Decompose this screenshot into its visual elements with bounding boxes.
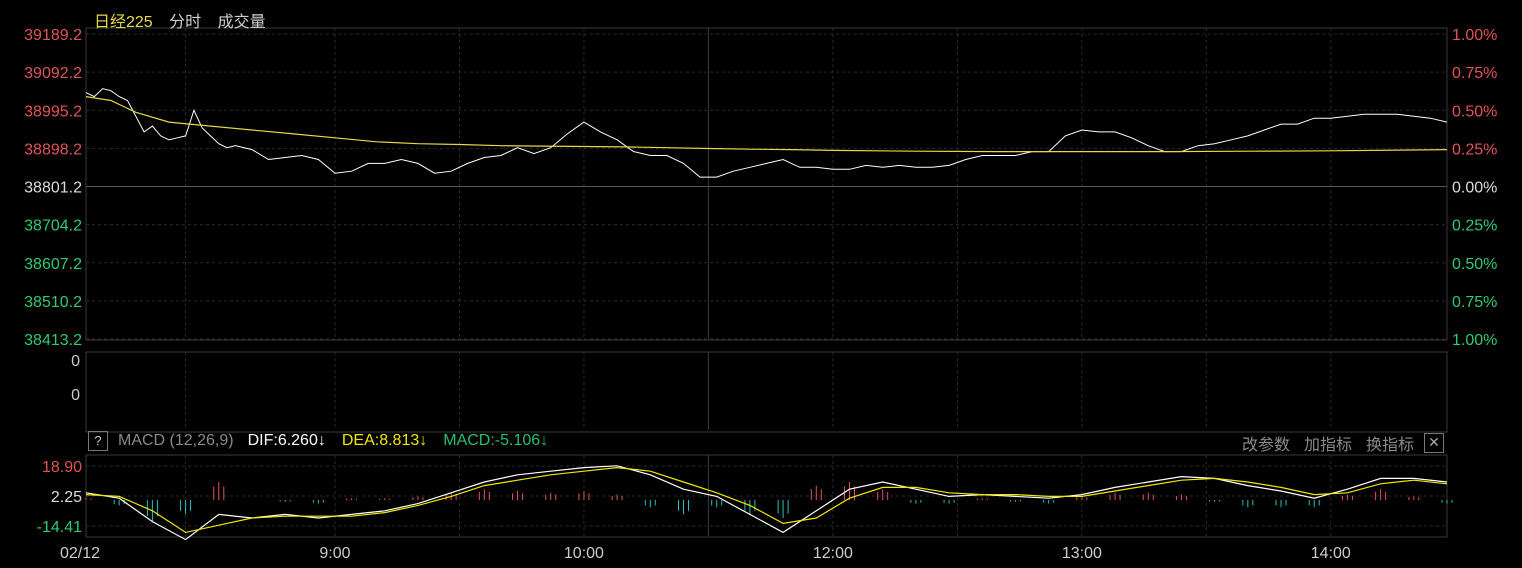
y-right-tick-label: 0.50%	[1452, 256, 1497, 273]
add-indicator-button[interactable]: 加指标	[1304, 431, 1352, 455]
macd-value: MACD:-5.106↓	[443, 432, 549, 449]
dif-value: DIF:6.260↓	[247, 432, 326, 449]
price-line	[85, 88, 1448, 178]
y-left-tick-label: 38995.2	[24, 103, 82, 120]
x-tick-label: 12:00	[813, 545, 853, 562]
average-line	[85, 96, 1448, 153]
chart-header: 日经225 分时 成交量	[94, 8, 278, 32]
x-tick-label: 10:00	[564, 545, 604, 562]
switch-indicator-button[interactable]: 换指标	[1366, 431, 1414, 455]
volume-y-tick-label: 0	[71, 387, 80, 404]
tab-minute[interactable]: 分时	[169, 14, 201, 31]
y-left-tick-label: 38607.2	[24, 256, 82, 273]
chart-canvas: 39189.2 1.00% 39092.2 0.75% 38995.2 0.50% 3889…	[24, 27, 1497, 562]
y-left-tick-label: 38801.2	[24, 180, 82, 197]
change-params-button[interactable]: 改参数	[1242, 431, 1290, 455]
indicator-tools: 改参数 加指标 换指标 ✕	[1228, 431, 1444, 455]
y-right-tick-label: 0.00%	[1452, 180, 1497, 197]
y-left-tick-label: 39189.2	[24, 27, 82, 44]
macd-y-tick-label: 2.25	[51, 489, 82, 506]
y-right-tick-label: 0.25%	[1452, 218, 1497, 235]
volume-panel-frame	[85, 351, 1448, 433]
macd-y-tick-label: -14.41	[37, 519, 82, 536]
x-tick-label: 14:00	[1311, 545, 1351, 562]
y-left-tick-label: 38413.2	[24, 332, 82, 349]
y-right-tick-label: 1.00%	[1452, 27, 1497, 44]
close-icon[interactable]: ✕	[1424, 433, 1444, 453]
x-tick-label: 9:00	[319, 545, 350, 562]
volume-y-tick-label: 0	[71, 353, 80, 370]
y-right-tick-label: 0.75%	[1452, 294, 1497, 311]
y-left-tick-label: 38510.2	[24, 294, 82, 311]
y-left-tick-label: 39092.2	[24, 65, 82, 82]
main-panel-frame	[85, 27, 1448, 341]
y-left-tick-label: 38704.2	[24, 218, 82, 235]
x-tick-label: 13:00	[1062, 545, 1102, 562]
tab-volume[interactable]: 成交量	[218, 14, 266, 31]
macd-y-tick-label: 18.90	[42, 459, 82, 476]
y-right-tick-label: 0.75%	[1452, 65, 1497, 82]
indicator-name: MACD (12,26,9)	[118, 432, 234, 449]
y-right-tick-label: 1.00%	[1452, 332, 1497, 349]
dea-value: DEA:8.813↓	[341, 432, 428, 449]
y-right-tick-label: 0.25%	[1452, 141, 1497, 158]
macd-header: ? MACD (12,26,9) DIF:6.260↓ DEA:8.813↓ M…	[88, 431, 548, 451]
y-right-tick-label: 0.50%	[1452, 103, 1497, 120]
y-left-tick-label: 38898.2	[24, 141, 82, 158]
index-name: 日经225	[94, 14, 153, 31]
x-tick-label: 02/12	[60, 545, 100, 562]
help-button[interactable]: ?	[88, 431, 108, 451]
